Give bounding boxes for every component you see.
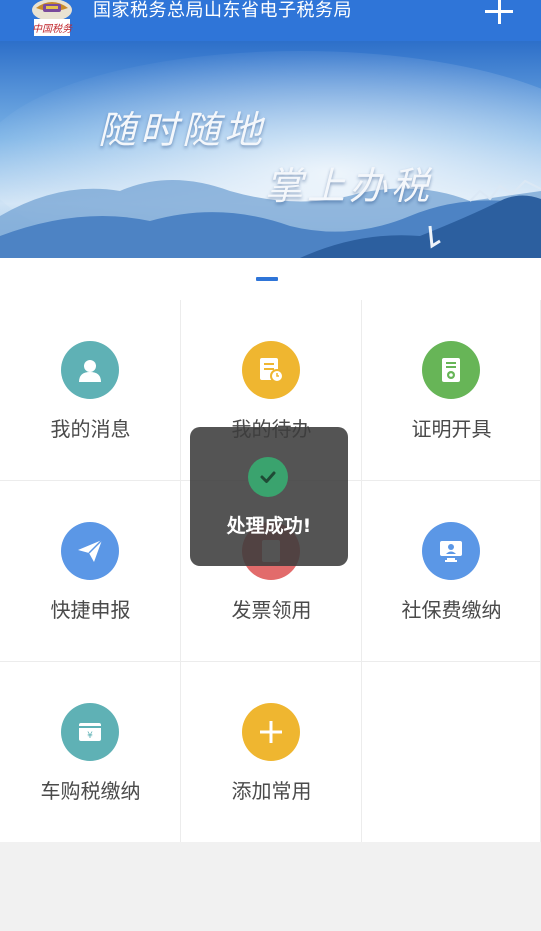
yuan-wallet-icon: ¥: [61, 703, 119, 761]
app-header: 中国税务 国家税务总局山东省电子税务局: [0, 0, 541, 41]
success-toast: 处理成功!: [190, 427, 348, 566]
plus-icon[interactable]: [485, 0, 513, 26]
grid-item-label: 社保费缴纳: [401, 598, 502, 622]
user-icon: [61, 341, 119, 399]
grid-item-quick-declare[interactable]: 快捷申报: [0, 481, 181, 662]
grid-item-certificate[interactable]: 证明开具: [362, 300, 541, 481]
grid-item-empty: [362, 662, 541, 843]
grid-item-add-favorite[interactable]: 添加常用: [181, 662, 362, 843]
document-clock-icon: [242, 341, 300, 399]
paper-plane-icon: [61, 522, 119, 580]
tax-bureau-emblem-icon: 中国税务: [26, 0, 78, 38]
plus-icon: [242, 703, 300, 761]
grid-item-label: 添加常用: [231, 779, 312, 803]
grid-item-my-messages[interactable]: 我的消息: [0, 300, 181, 481]
grid-item-label: 快捷申报: [50, 598, 131, 622]
bottom-area: [0, 842, 541, 931]
certificate-icon: [422, 341, 480, 399]
grid-item-label: 发票领用: [231, 598, 312, 622]
svg-text:¥: ¥: [87, 731, 93, 741]
grid-item-label: 我的消息: [50, 417, 131, 441]
grid-item-label: 证明开具: [411, 417, 492, 441]
check-icon: [248, 457, 288, 497]
grid-item-label: 车购税缴纳: [40, 779, 141, 803]
grid-item-vehicle-tax[interactable]: ¥ 车购税缴纳: [0, 662, 181, 843]
page-title: 国家税务总局山东省电子税务局: [93, 0, 352, 21]
svg-text:中国税务: 中国税务: [32, 23, 73, 35]
function-grid: 我的消息 我的待办 证明开具 快捷申报 发票领用 社保费缴纳 ¥: [0, 300, 541, 843]
promo-banner[interactable]: 随时随地 掌上办税: [0, 41, 541, 258]
banner-slogan-line1: 随时随地: [98, 108, 267, 152]
pager-indicator-active[interactable]: [256, 277, 278, 281]
banner-slogan-line2: 掌上办税: [265, 164, 434, 208]
grid-item-social-insurance[interactable]: 社保费缴纳: [362, 481, 541, 662]
toast-message: 处理成功!: [226, 515, 312, 537]
monitor-person-icon: [422, 522, 480, 580]
banner-pager: [0, 258, 541, 300]
